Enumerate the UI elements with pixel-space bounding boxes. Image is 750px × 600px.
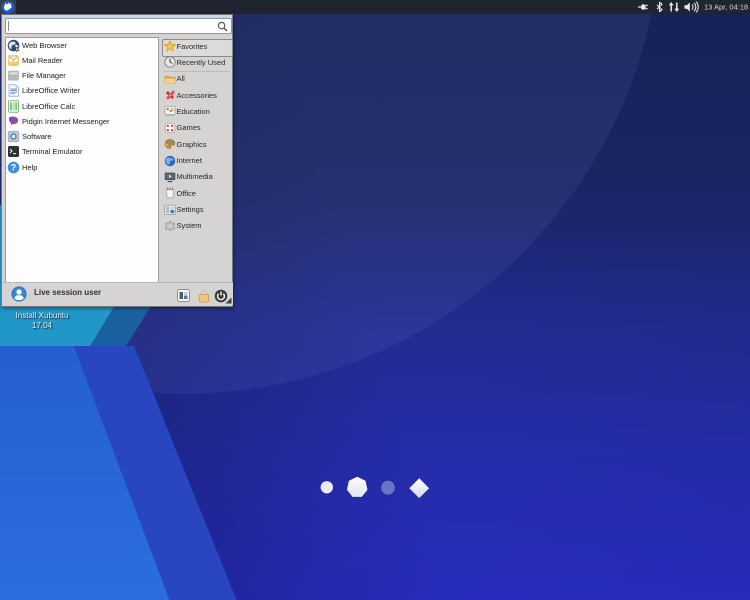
svg-text:?: ? [11, 162, 17, 172]
